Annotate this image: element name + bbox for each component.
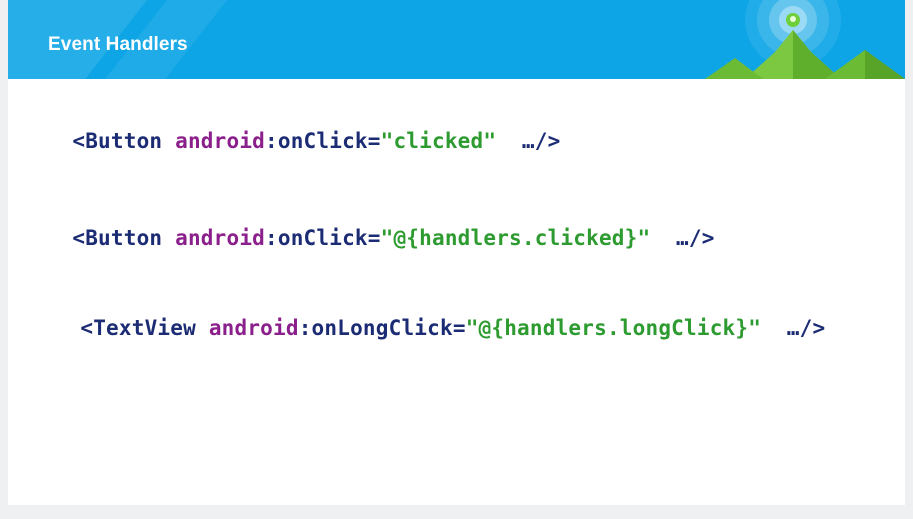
code-attr-namespace: android (175, 129, 266, 153)
code-ellipsis-close: …/> (521, 129, 561, 153)
android-studio-mountain-icon (705, 0, 905, 79)
slide-title: Event Handlers (48, 34, 188, 55)
code-tag: <Button (72, 129, 163, 153)
code-attr-name: :onLongClick= (298, 316, 466, 340)
code-attr-namespace: android (208, 316, 299, 340)
code-attr-name: :onClick= (265, 129, 381, 153)
slide-header: Event Handlers (8, 0, 905, 79)
code-line-button-binding: <Button android:onClick="@{handlers.clic… (21, 202, 715, 274)
code-line-textview-longclick: <TextView android:onLongClick="@{handler… (29, 292, 825, 364)
code-attr-namespace: android (175, 226, 266, 250)
code-attr-value: "@{handlers.clicked}" (380, 226, 651, 250)
code-attr-name: :onClick= (265, 226, 381, 250)
code-tag: <TextView (80, 316, 196, 340)
code-attr-value: "clicked" (380, 129, 497, 153)
code-attr-value: "@{handlers.longClick}" (465, 316, 762, 340)
code-ellipsis-close: …/> (676, 226, 715, 250)
code-tag: <Button (72, 226, 163, 250)
slide: Event Handlers <Button android:onClick="… (8, 0, 905, 505)
code-ellipsis-close: …/> (786, 316, 826, 340)
code-line-button-onclick: <Button android:onClick="clicked" …/> (21, 105, 560, 177)
